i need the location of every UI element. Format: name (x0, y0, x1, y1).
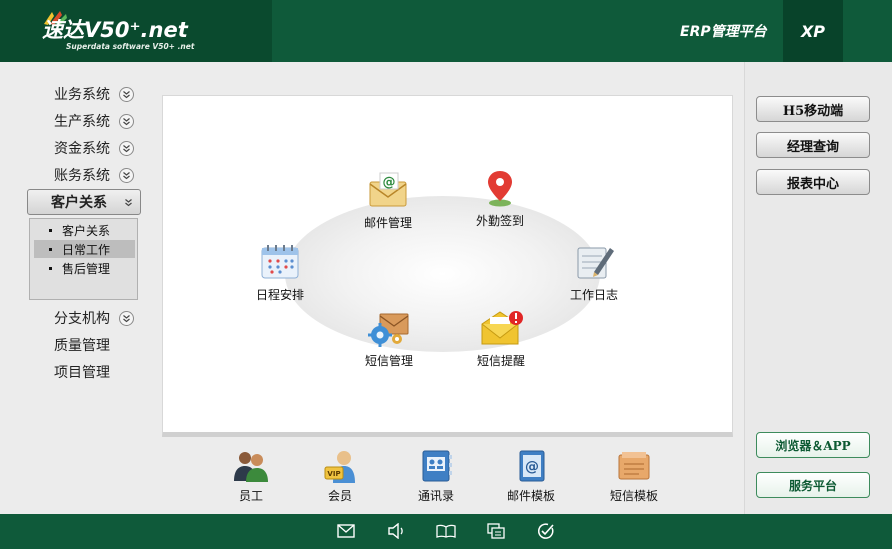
mail-envelope-icon: @ (365, 168, 411, 212)
svg-text:VIP: VIP (327, 470, 340, 478)
nav-item-label: 分支机构 (54, 311, 110, 327)
mail-icon[interactable] (336, 522, 356, 540)
hub-label: 工作日志 (569, 288, 618, 302)
toolbar-employees[interactable]: 员工 (216, 448, 286, 504)
chevron-down-icon (119, 86, 134, 102)
nav-item-production[interactable]: 生产系统 (28, 109, 140, 133)
mail-template-icon: @ (512, 448, 550, 484)
chevron-down-icon (119, 167, 134, 183)
book-icon[interactable] (436, 522, 456, 540)
sms-alert-icon (478, 306, 524, 350)
nav-item-branches[interactable]: 分支机构 (28, 306, 140, 330)
edition-label: XP (783, 0, 843, 62)
sms-gear-icon (366, 306, 412, 350)
hub-sms-reminder[interactable]: 短信提醒 (456, 306, 546, 369)
bullet-icon (49, 267, 52, 270)
toolbar-label: 通讯录 (417, 489, 454, 503)
nav-item-label: 业务系统 (54, 87, 110, 103)
submenu-item-daily-work[interactable]: 日常工作 (34, 240, 135, 258)
hub-work-log[interactable]: 工作日志 (549, 240, 639, 303)
hub-field-checkin[interactable]: 外勤签到 (455, 166, 545, 229)
submenu-item-label: 日常工作 (62, 242, 111, 257)
nav-item-projects[interactable]: 项目管理 (28, 360, 140, 384)
hub-sms-management[interactable]: 短信管理 (344, 306, 434, 369)
submenu-item-label: 客户关系 (62, 223, 111, 238)
nav-item-label: 客户关系 (51, 195, 107, 211)
service-platform-button[interactable]: 服务平台 (756, 472, 870, 498)
speaker-icon[interactable] (386, 522, 406, 540)
nav-item-accounting[interactable]: 账务系统 (28, 163, 140, 187)
toolbar-mail-template[interactable]: @ 邮件模板 (496, 448, 566, 504)
map-pin-icon (477, 166, 523, 210)
check-circle-icon[interactable] (536, 522, 556, 540)
manager-query-button[interactable]: 经理查询 (756, 132, 870, 158)
nav-item-quality[interactable]: 质量管理 (28, 333, 140, 357)
hub-label: 短信管理 (364, 354, 413, 368)
nav-item-label: 质量管理 (54, 338, 110, 354)
sms-template-icon (615, 448, 653, 484)
logo: 速达V50⁺.net Superdata software V50+ .net (0, 0, 272, 62)
svg-text:@: @ (383, 175, 396, 190)
svg-text:@: @ (525, 459, 539, 475)
submenu-item-after-sales[interactable]: 售后管理 (34, 259, 135, 277)
toolbar-sms-template[interactable]: 短信模板 (599, 448, 669, 504)
quick-toolbar: 员工 VIP 会员 通讯录 @ 邮件模板 短信模板 (162, 440, 733, 513)
toolbar-label: 短信模板 (609, 489, 658, 503)
messages-icon[interactable] (486, 522, 506, 540)
report-center-button[interactable]: 报表中心 (756, 169, 870, 195)
hub-label: 外勤签到 (475, 214, 524, 228)
nav-item-label: 账务系统 (54, 168, 110, 184)
submenu-item-customer-relations[interactable]: 客户关系 (34, 221, 135, 239)
logo-title: 速达V50⁺.net (42, 18, 188, 42)
toolbar-address-book[interactable]: 通讯录 (401, 448, 471, 504)
h5-mobile-button[interactable]: H5移动端 (756, 96, 870, 122)
footer-bar (0, 514, 892, 549)
hub-label: 日程安排 (255, 288, 304, 302)
hub-label: 短信提醒 (476, 354, 525, 368)
browser-app-button[interactable]: 浏览器＆APP (756, 432, 870, 458)
platform-label: ERP管理平台 (680, 24, 767, 40)
app-header: 速达V50⁺.net Superdata software V50+ .net … (0, 0, 892, 62)
crm-submenu: 客户关系 日常工作 售后管理 (29, 218, 138, 300)
hub-label: 邮件管理 (363, 216, 412, 230)
daily-work-panel: @ 邮件管理 外勤签到 日程安排 工作日志 短信管理 短信提醒 (162, 95, 733, 437)
toolbar-label: 邮件模板 (506, 489, 555, 503)
nav-item-business[interactable]: 业务系统 (28, 82, 140, 106)
notebook-pen-icon (571, 240, 617, 284)
bullet-icon (49, 248, 52, 251)
chevron-down-icon (121, 195, 136, 210)
bullet-icon (49, 229, 52, 232)
toolbar-label: 会员 (327, 489, 352, 503)
chevron-down-icon (119, 140, 134, 156)
chevron-down-icon (119, 310, 134, 326)
hub-schedule[interactable]: 日程安排 (235, 240, 325, 303)
nav-item-label: 生产系统 (54, 114, 110, 130)
toolbar-label: 员工 (238, 489, 263, 503)
chevron-down-icon (119, 113, 134, 129)
nav-item-crm[interactable]: 客户关系 (27, 189, 141, 215)
nav-item-label: 资金系统 (54, 141, 110, 157)
address-book-icon (417, 448, 455, 484)
vip-member-icon: VIP (321, 448, 359, 484)
calendar-icon (257, 240, 303, 284)
submenu-item-label: 售后管理 (62, 261, 111, 276)
hub-mail-management[interactable]: @ 邮件管理 (343, 168, 433, 231)
toolbar-members[interactable]: VIP 会员 (305, 448, 375, 504)
nav-item-label: 项目管理 (54, 365, 110, 381)
employees-icon (232, 448, 270, 484)
sidebar-nav: 业务系统 生产系统 资金系统 账务系统 客户关系 客户关系 日常工作 售后管理 … (0, 62, 155, 514)
right-panel: H5移动端 经理查询 报表中心 浏览器＆APP 服务平台 (744, 62, 892, 514)
nav-item-funds[interactable]: 资金系统 (28, 136, 140, 160)
logo-subtitle: Superdata software V50+ .net (66, 42, 195, 51)
